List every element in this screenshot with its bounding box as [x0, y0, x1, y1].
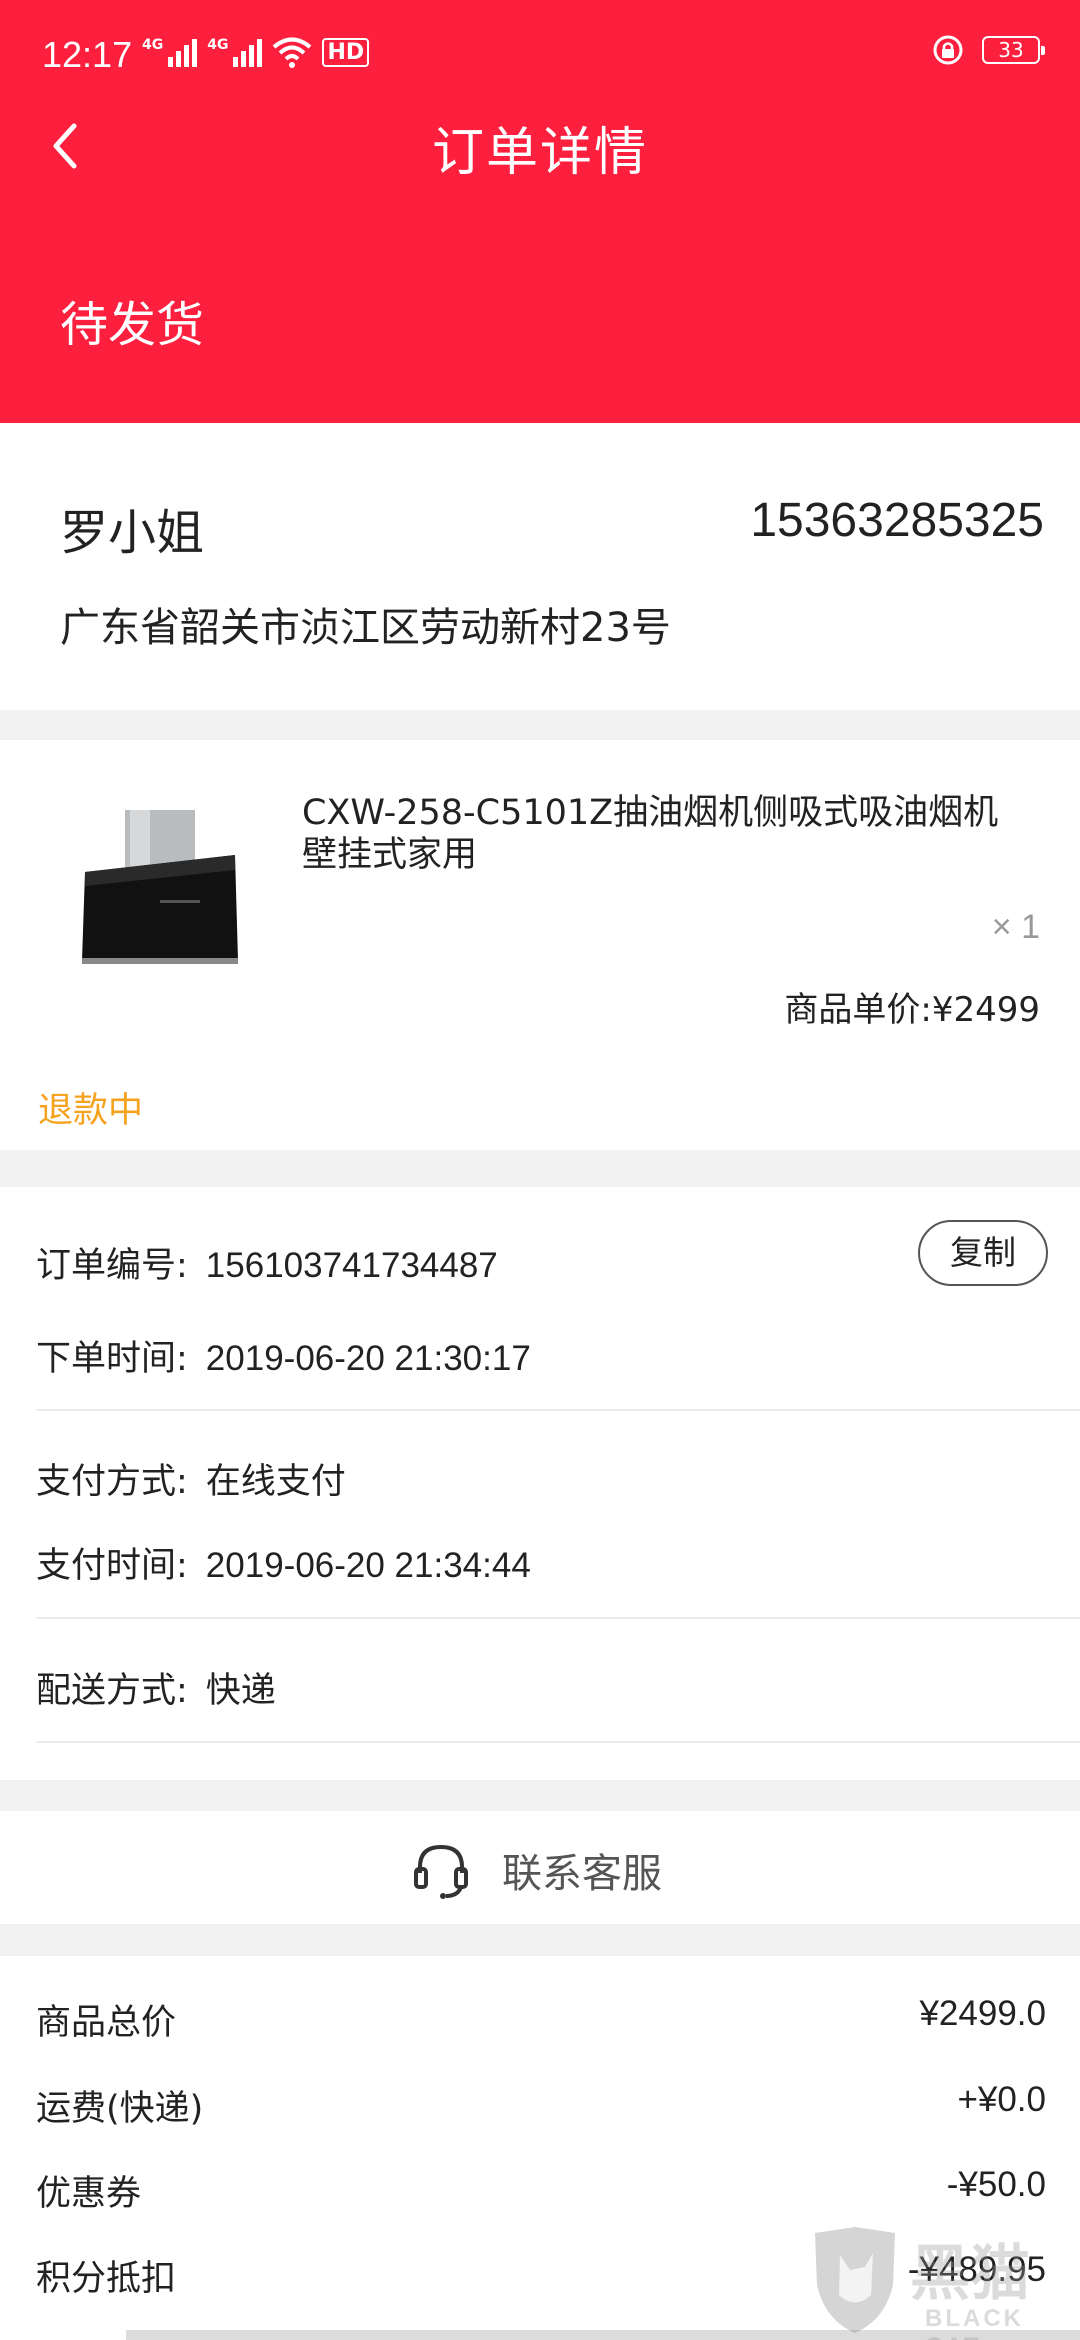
- product-card[interactable]: CXW-258-C5101Z抽油烟机侧吸式吸油烟机壁挂式家用 × 1 商品单价:…: [0, 740, 1080, 1150]
- wifi-icon: [273, 37, 312, 68]
- summary-row: 商品总价 ¥2499.0: [36, 1994, 1046, 2045]
- black-cat-watermark: 黑猫 BLACK CAT: [805, 2225, 1080, 2340]
- summary-value: +¥0.0: [957, 2080, 1046, 2119]
- status-time: 12:17: [42, 34, 133, 75]
- order-status: 待发货: [60, 297, 205, 353]
- product-title: CXW-258-C5101Z抽油烟机侧吸式吸油烟机壁挂式家用: [302, 793, 999, 875]
- contact-service-content[interactable]: 联系客服: [410, 1839, 662, 1901]
- order-number-value: 156103741734487: [205, 1246, 498, 1285]
- lock-rotation-icon: [933, 35, 963, 65]
- order-number-label: 订单编号:: [36, 1246, 188, 1286]
- divider: [36, 1409, 1080, 1411]
- delivery-value: 快递: [205, 1671, 276, 1711]
- delivery-label: 配送方式:: [36, 1671, 188, 1711]
- pay-method-row: 支付方式: 在线支付: [36, 1453, 346, 1504]
- summary-label: 商品总价: [36, 2003, 177, 2043]
- recipient-address: 广东省韶关市浈江区劳动新村23号: [60, 605, 671, 651]
- contact-service-label: 联系客服: [502, 1851, 662, 1897]
- delivery-row: 配送方式: 快递: [36, 1662, 276, 1713]
- summary-value: -¥50.0: [946, 2165, 1046, 2204]
- summary-row: 优惠券 -¥50.0: [36, 2165, 1046, 2216]
- range-hood-image: [82, 810, 238, 964]
- signal-icon: 4G: [142, 37, 198, 67]
- status-right: 33: [932, 34, 1045, 66]
- divider: [36, 1617, 1080, 1619]
- pay-method-value: 在线支付: [205, 1462, 346, 1502]
- pay-time-row: 支付时间: 2019-06-20 21:34:44: [36, 1537, 531, 1588]
- order-time-label: 下单时间:: [36, 1339, 188, 1379]
- pay-method-label: 支付方式:: [36, 1462, 188, 1502]
- product-unit-price: 商品单价:¥2499: [784, 990, 1040, 1030]
- battery-icon: 33: [982, 36, 1045, 64]
- signal-icon-2: 4G: [207, 37, 263, 67]
- address-card: 罗小姐 15363285325 广东省韶关市浈江区劳动新村23号: [0, 423, 1080, 710]
- copy-button[interactable]: 复制: [918, 1220, 1048, 1286]
- summary-label: 运费(快递): [36, 2089, 204, 2129]
- order-header: 12:17 4G 4G HD 33 订单详情 待发货: [0, 0, 1080, 423]
- divider: [36, 1741, 1080, 1743]
- summary-label: 优惠券: [36, 2174, 142, 2214]
- page-title: 订单详情: [431, 123, 648, 183]
- watermark-en: BLACK CAT: [925, 2305, 1024, 2340]
- pay-time-label: 支付时间:: [36, 1546, 188, 1586]
- hd-icon: HD: [322, 37, 370, 67]
- headset-icon: [414, 1844, 468, 1899]
- status-icons: 4G 4G HD: [142, 36, 370, 68]
- recipient-name: 罗小姐: [60, 505, 205, 561]
- product-quantity: × 1: [991, 908, 1040, 946]
- order-number-row: 订单编号: 156103741734487: [36, 1237, 498, 1288]
- contact-service-button[interactable]: 联系客服: [0, 1811, 1080, 1924]
- summary-value: ¥2499.0: [919, 1994, 1046, 2033]
- order-time-value: 2019-06-20 21:30:17: [205, 1339, 531, 1378]
- refund-status: 退款中: [38, 1091, 144, 1131]
- summary-label: 积分抵扣: [36, 2259, 177, 2299]
- recipient-phone: 15363285325: [750, 494, 1044, 547]
- order-info-card: 订单编号: 156103741734487 复制 下单时间: 2019-06-20 …: [0, 1187, 1080, 1780]
- cat-shield-icon: [815, 2227, 895, 2333]
- order-time-row: 下单时间: 2019-06-20 21:30:17: [36, 1330, 531, 1381]
- watermark-zh: 黑猫: [910, 2239, 1030, 2309]
- pay-time-value: 2019-06-20 21:34:44: [205, 1546, 531, 1585]
- status-bar: 12:17 4G 4G HD 33: [0, 30, 1080, 82]
- summary-row: 运费(快递) +¥0.0: [36, 2080, 1046, 2131]
